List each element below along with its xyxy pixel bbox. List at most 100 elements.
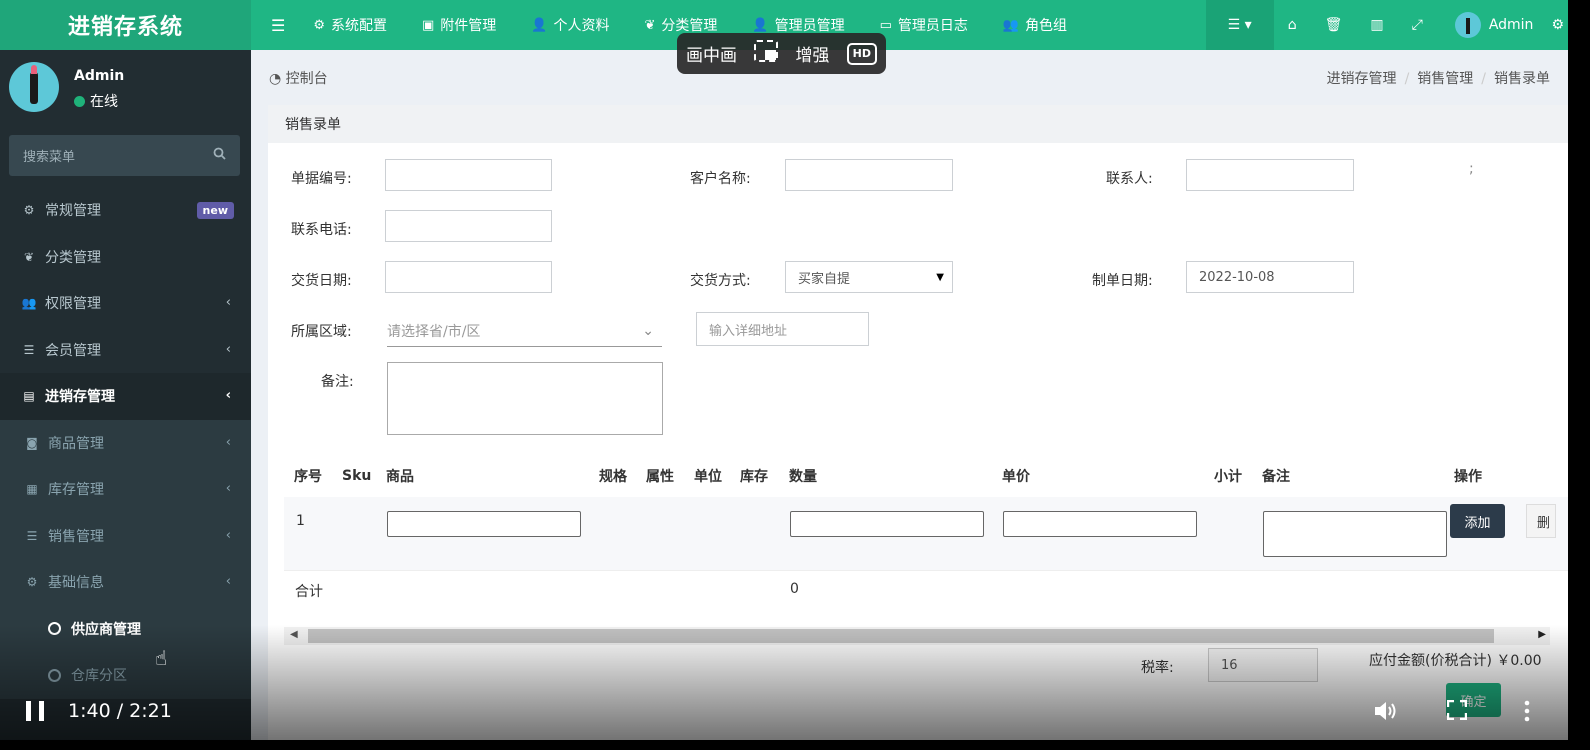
screen: 进销存系统 Admin 在线 搜索菜单 ⚙ 常规管理 new ❦ 分类管理 👥 权限管理… (0, 0, 1568, 740)
top-right-tools: ☰ ▾ ⌂ 🗑 ▥ ⤢ Admin ⚙ (1205, 0, 1568, 50)
volume-icon[interactable] (1373, 700, 1399, 728)
sidebar-item-category[interactable]: ❦ 分类管理 (0, 234, 251, 281)
multiplenav-dropdown[interactable]: ☰ ▾ (1205, 0, 1274, 50)
sidebar-item-sales[interactable]: ☰ 销售管理 ‹ (0, 512, 251, 559)
chevron-left-icon: ‹ (225, 574, 231, 589)
bill-no-input[interactable] (385, 159, 552, 191)
nav-admin-log[interactable]: ▭ 管理员日志 (880, 15, 968, 35)
product-input[interactable] (387, 511, 581, 537)
language-button[interactable]: ▥ (1356, 0, 1397, 50)
breadcrumb-item: 销售录单 (1494, 70, 1550, 87)
breadcrumb-item[interactable]: 销售管理 (1417, 71, 1473, 87)
hand-pointer-icon: ☝ (155, 646, 168, 670)
sidebar-item-goods[interactable]: ◙ 商品管理 ‹ (0, 419, 251, 466)
scroll-left-icon[interactable]: ◀ (290, 629, 298, 640)
user-icon: 👤 (531, 17, 548, 33)
file-icon: ▤ (23, 389, 35, 404)
sidebar-item-inventory[interactable]: ▤ 进销存管理 ‹ (0, 373, 251, 420)
nav-category[interactable]: ❦ 分类管理 (644, 15, 717, 35)
total-quantity: 0 (790, 581, 799, 597)
add-row-button[interactable]: 添加 (1450, 504, 1505, 538)
nav-admin[interactable]: 👤 管理员管理 (752, 15, 844, 35)
caret-down-icon: ▼ (936, 271, 944, 283)
contact-input[interactable] (1186, 159, 1354, 191)
list-icon: ☰ ▾ (1227, 17, 1252, 33)
tax-rate-label: 税率: (1141, 660, 1174, 676)
create-date-input[interactable]: 2022-10-08 (1186, 261, 1354, 293)
address-input[interactable]: 输入详细地址 (696, 312, 869, 346)
menu-toggle-icon[interactable]: ☰ (271, 16, 285, 35)
col-header: 商品 (386, 469, 414, 485)
col-header: 数量 (789, 469, 817, 485)
col-header: Sku (342, 468, 372, 484)
chevron-left-icon: ‹ (225, 388, 231, 403)
sidebar-item-members[interactable]: ☰ 会员管理 ‹ (0, 327, 251, 374)
list-icon: ☰ (26, 528, 38, 543)
sidebar-item-suppliers[interactable]: 供应商管理 (0, 605, 251, 652)
sidebar-item-general[interactable]: ⚙ 常规管理 new (0, 187, 251, 234)
pause-icon[interactable] (26, 701, 44, 721)
delete-row-button[interactable]: 删 (1526, 504, 1556, 538)
customer-input[interactable] (785, 159, 953, 191)
delivery-date-input[interactable] (385, 261, 552, 293)
nav-profile[interactable]: 👤 个人资料 (531, 15, 609, 35)
row-number: 1 (296, 513, 305, 529)
top-navbar: ☰ ⚙ 系统配置 ▣ 附件管理 👤 个人资料 ❦ 分类管理 👤 管理员管理 ▭ 管理员日志 … (251, 0, 1568, 50)
fullscreen-button[interactable]: ⤢ (1398, 0, 1437, 50)
col-header: 序号 (294, 469, 322, 485)
language-icon: ▥ (1370, 17, 1384, 33)
phone-input[interactable] (385, 210, 552, 242)
archive-icon: ▦ (26, 482, 38, 497)
chevron-down-icon: ⌄ (642, 323, 654, 339)
col-header: 规格 (599, 469, 627, 485)
remark-label: 备注: (321, 374, 354, 390)
sidebar-search-input[interactable]: 搜索菜单 (9, 135, 240, 176)
breadcrumb: 进销存管理 / 销售管理 / 销售录单 (1326, 70, 1550, 87)
sidebar-item-warehouse-zones[interactable]: 仓库分区 (0, 652, 251, 699)
unit-price-input[interactable] (1003, 511, 1197, 537)
contact-label: 联系人: (1106, 171, 1153, 187)
more-options-icon[interactable] (1520, 700, 1534, 728)
fullscreen-icon[interactable] (1446, 699, 1468, 726)
video-time: 1:40 / 2:21 (68, 700, 172, 722)
scrollbar-thumb[interactable] (308, 629, 1494, 643)
breadcrumb-item[interactable]: 进销存管理 (1327, 71, 1397, 87)
users-icon: 👥 (1002, 17, 1020, 33)
chevron-left-icon: ‹ (225, 434, 231, 450)
sidebar-item-stock[interactable]: ▦ 库存管理 ‹ (0, 466, 251, 513)
scroll-right-icon[interactable]: ▶ (1538, 629, 1546, 640)
tax-rate-input[interactable]: 16 (1208, 648, 1318, 682)
quantity-input[interactable] (790, 511, 984, 537)
nav-role-group[interactable]: 👥 角色组 (1003, 15, 1067, 35)
settings-button[interactable]: ⚙ (1551, 0, 1568, 50)
nav-attachments[interactable]: ▣ 附件管理 (422, 15, 496, 35)
dashboard-link[interactable]: ◔ 控制台 (269, 68, 328, 88)
video-controls-left: 1:40 / 2:21 (26, 700, 172, 722)
app-logo[interactable]: 进销存系统 (0, 0, 251, 50)
new-badge: new (196, 202, 234, 219)
row-remark-textarea[interactable] (1263, 511, 1447, 557)
gear-icon: ⚙ (313, 17, 325, 33)
sidebar-item-basic-info[interactable]: ⚙ 基础信息 ‹ (0, 559, 251, 606)
delivery-method-select[interactable]: 买家自提 ▼ (785, 261, 953, 293)
home-button[interactable]: ⌂ (1274, 0, 1311, 50)
nav-system-config[interactable]: ⚙ 系统配置 (313, 15, 387, 35)
home-icon: ⌂ (1287, 17, 1297, 33)
circle-icon (48, 668, 61, 682)
sidebar-item-permissions[interactable]: 👥 权限管理 ‹ (0, 280, 251, 327)
delivery-method-label: 交货方式: (690, 273, 751, 289)
delivery-date-label: 交货日期: (291, 273, 352, 289)
customer-label: 客户名称: (690, 171, 751, 187)
user-menu[interactable]: Admin (1437, 0, 1552, 50)
cogs-icon: ⚙ (26, 575, 38, 590)
id-card-icon: ▭ (879, 17, 892, 33)
sidebar-menu: ⚙ 常规管理 new ❦ 分类管理 👥 权限管理 ‹ ☰ 会员管理 ‹ ▤ 进销存管理 ‹ ◙ 商品… (0, 187, 251, 699)
remark-textarea[interactable] (387, 362, 663, 435)
chevron-left-icon: ‹ (225, 481, 231, 496)
image-icon: ▣ (422, 17, 435, 33)
col-header: 操作 (1454, 469, 1482, 485)
horizontal-scrollbar[interactable]: ◀ ▶ (284, 627, 1550, 645)
sidebar: 进销存系统 Admin 在线 搜索菜单 ⚙ 常规管理 new ❦ 分类管理 👥 权限管理… (0, 0, 251, 740)
region-select[interactable]: 请选择省/市/区 ⌄ (387, 316, 662, 347)
clear-cache-button[interactable]: 🗑 (1311, 0, 1357, 50)
